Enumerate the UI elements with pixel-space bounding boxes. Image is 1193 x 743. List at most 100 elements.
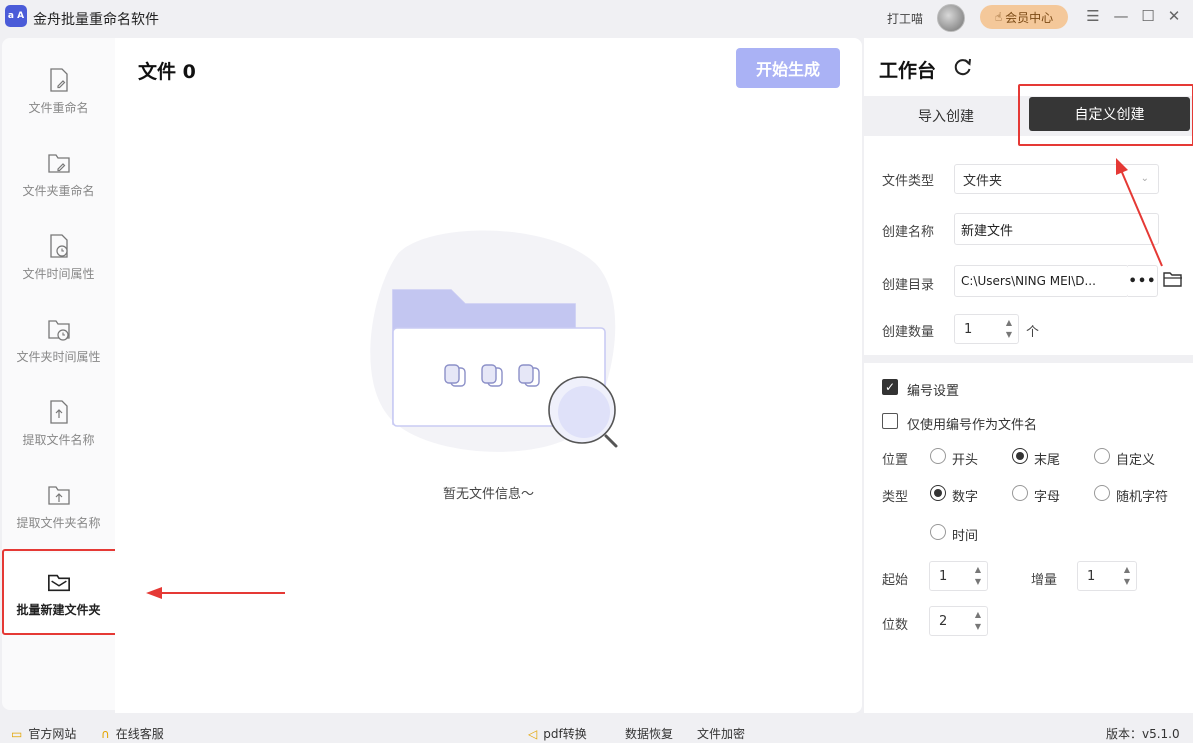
tab-import-create[interactable]: 导入创建 — [864, 96, 1028, 136]
close-icon[interactable]: ✕ — [1164, 6, 1184, 26]
maximize-icon[interactable]: ☐ — [1138, 6, 1158, 26]
empty-folder-illustration — [370, 230, 618, 452]
file-extract-icon — [49, 399, 68, 424]
sidebar-item-extract-file[interactable]: 提取文件名称 — [2, 383, 115, 463]
type-number-radio[interactable] — [930, 485, 946, 501]
sidebar-item-label: 文件夹重命名 — [22, 183, 95, 198]
file-encrypt-link[interactable]: 文件加密 — [697, 725, 745, 742]
type-random-radio[interactable] — [1094, 485, 1110, 501]
start-stepper[interactable]: 1 ▲ ▼ — [929, 561, 988, 591]
minimize-icon[interactable]: — — [1111, 6, 1131, 26]
digits-stepper[interactable]: 2 ▲ ▼ — [929, 606, 988, 636]
create-count-value: 1 — [964, 321, 973, 337]
type-label: 类型 — [882, 490, 909, 505]
create-count-stepper[interactable]: 1 ▲ ▼ — [954, 314, 1019, 344]
position-start-radio[interactable] — [930, 448, 946, 464]
stepper-arrows-icon[interactable]: ▲ ▼ — [1004, 317, 1014, 341]
stepper-arrows-icon[interactable]: ▲ ▼ — [973, 609, 983, 633]
sidebar-item-label: 文件重命名 — [28, 100, 89, 115]
file-count-title: 文件 0 — [138, 61, 196, 83]
browse-dir-button[interactable]: ••• — [1128, 265, 1158, 297]
type-option-label: 字母 — [1034, 490, 1061, 505]
sidebar-item-extract-folder[interactable]: 提取文件夹名称 — [2, 466, 115, 546]
version-text: 版本：v5.1.0 — [1106, 727, 1180, 741]
refresh-icon[interactable] — [953, 57, 973, 77]
app-title: 金舟批量重命名软件 — [33, 12, 159, 28]
app-logo: a A — [5, 5, 27, 27]
avatar[interactable] — [937, 4, 965, 32]
position-option-label: 自定义 — [1116, 453, 1156, 468]
position-label: 位置 — [882, 453, 909, 468]
support-label: 在线客服 — [115, 727, 164, 741]
create-count-unit: 个 — [1026, 325, 1040, 340]
type-option-label: 时间 — [952, 529, 979, 544]
highlight-box-tab — [1018, 84, 1193, 146]
increment-stepper[interactable]: 1 ▲ ▼ — [1077, 561, 1137, 591]
sidebar-item-label: 文件时间属性 — [22, 266, 95, 281]
file-edit-icon — [49, 67, 68, 92]
increment-label: 增量 — [1031, 573, 1058, 588]
only-number-checkbox[interactable] — [882, 413, 898, 429]
sidebar-item-file-rename[interactable]: 文件重命名 — [2, 51, 115, 131]
file-list-area: 文件 0 开始生成 暂无文件信息～ — [115, 38, 862, 713]
title-bar: a A 金舟批量重命名软件 打工喵 ☝ 会员中心 ☰ — ☐ ✕ — [0, 0, 1193, 36]
pdf-convert-link[interactable]: ◁ pdf转换 — [528, 725, 587, 742]
vip-center-button[interactable]: ☝ 会员中心 — [980, 5, 1068, 29]
type-option-label: 数字 — [952, 490, 979, 505]
website-link[interactable]: ▭ 官方网站 — [11, 725, 76, 742]
sidebar-item-folder-time[interactable]: 文件夹时间属性 — [2, 300, 115, 380]
numbering-enable-label: 编号设置 — [907, 384, 960, 399]
panel-title: 工作台 — [879, 60, 937, 82]
type-option-label: 随机字符 — [1116, 490, 1169, 505]
numbering-enable-checkbox[interactable]: ✓ — [882, 379, 898, 395]
open-folder-icon[interactable] — [1163, 271, 1183, 288]
thumb-up-icon: ☝ — [994, 10, 1003, 24]
website-label: 官方网站 — [28, 727, 77, 741]
position-custom-radio[interactable] — [1094, 448, 1110, 464]
create-name-label: 创建名称 — [882, 225, 935, 240]
file-type-select[interactable]: 文件夹 ⌄ — [954, 164, 1159, 194]
folder-edit-icon — [47, 153, 70, 173]
pdf-convert-label: pdf转换 — [543, 727, 587, 741]
create-dir-input[interactable]: C:\Users\NING MEI\D... — [954, 265, 1129, 297]
create-dir-label: 创建目录 — [882, 278, 935, 293]
sidebar-item-folder-rename[interactable]: 文件夹重命名 — [2, 134, 115, 214]
start-generate-button[interactable]: 开始生成 — [736, 48, 840, 88]
user-name[interactable]: 打工喵 — [887, 10, 923, 27]
file-type-label: 文件类型 — [882, 174, 935, 189]
menu-icon[interactable]: ☰ — [1083, 6, 1103, 26]
highlight-box-sidebar — [2, 549, 124, 635]
section-divider — [864, 355, 1193, 363]
data-recovery-link[interactable]: 数据恢复 — [625, 725, 673, 742]
stepper-arrows-icon[interactable]: ▲ ▼ — [1122, 564, 1132, 588]
empty-state-text: 暂无文件信息～ — [442, 487, 534, 502]
create-count-label: 创建数量 — [882, 325, 935, 340]
headset-icon: ∩ — [101, 726, 110, 741]
stepper-arrows-icon[interactable]: ▲ ▼ — [973, 564, 983, 588]
sidebar-item-label: 提取文件名称 — [22, 432, 95, 447]
megaphone-icon: ◁ — [528, 726, 538, 741]
digits-value: 2 — [939, 613, 948, 629]
only-number-label: 仅使用编号作为文件名 — [907, 418, 1038, 433]
folder-extract-icon — [47, 485, 70, 505]
start-value: 1 — [939, 568, 948, 584]
digits-label: 位数 — [882, 618, 909, 633]
folder-clock-icon — [47, 319, 70, 341]
file-type-value: 文件夹 — [963, 173, 1003, 189]
position-end-radio[interactable] — [1012, 448, 1028, 464]
start-label: 起始 — [882, 573, 909, 588]
position-option-label: 末尾 — [1034, 453, 1061, 468]
support-link[interactable]: ∩ 在线客服 — [101, 725, 164, 742]
increment-value: 1 — [1087, 568, 1096, 584]
sidebar-item-label: 文件夹时间属性 — [16, 349, 101, 364]
type-letter-radio[interactable] — [1012, 485, 1028, 501]
sidebar-item-label: 提取文件夹名称 — [16, 515, 101, 530]
file-clock-icon — [49, 233, 68, 258]
create-name-input[interactable]: 新建文件 — [954, 213, 1159, 245]
type-time-radio[interactable] — [930, 524, 946, 540]
sidebar-item-file-time[interactable]: 文件时间属性 — [2, 217, 115, 297]
chevron-down-icon: ⌄ — [1140, 173, 1149, 184]
monitor-icon: ▭ — [11, 726, 23, 741]
vip-center-label: 会员中心 — [1005, 10, 1054, 25]
bottom-bar: ▭ 官方网站 ∩ 在线客服 ◁ pdf转换 数据恢复 文件加密 版本：v5.1.… — [0, 713, 1193, 743]
